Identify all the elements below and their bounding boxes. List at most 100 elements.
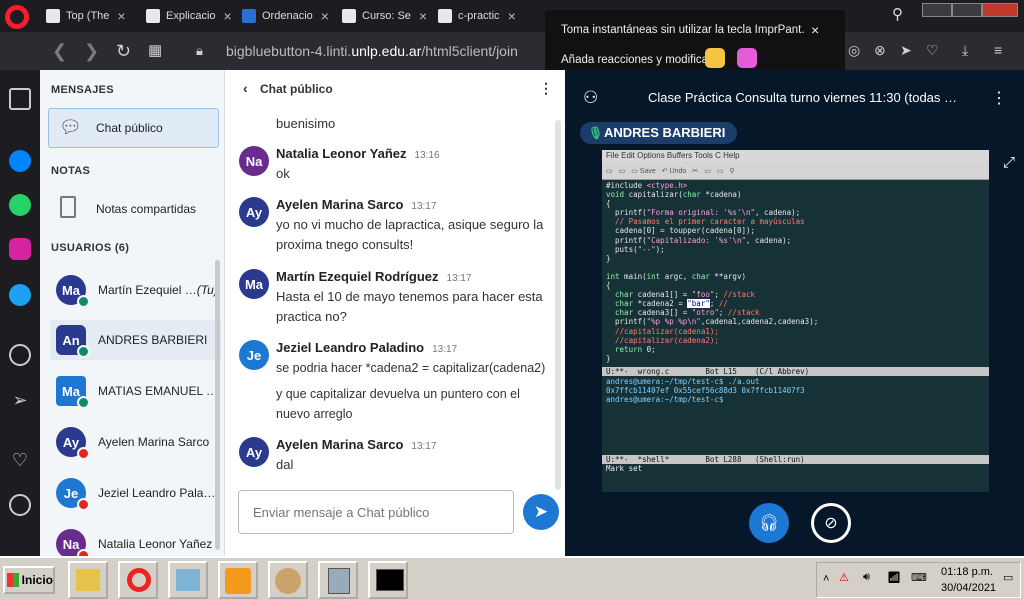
more-options-icon[interactable]: ⋮ bbox=[991, 88, 1007, 108]
tip-line-2: Añada reacciones y modifica bbox=[561, 54, 709, 66]
camera-icon[interactable]: ◎ bbox=[848, 42, 860, 59]
heart-icon[interactable]: ♡ bbox=[9, 450, 31, 472]
start-button[interactable]: Inicio bbox=[3, 566, 55, 594]
tab-2[interactable]: Explicacio × bbox=[146, 4, 232, 28]
opera-logo-icon[interactable] bbox=[5, 5, 29, 29]
terminal-app[interactable] bbox=[368, 561, 408, 599]
send-message-button[interactable]: ➤ bbox=[523, 494, 559, 530]
opera-app[interactable] bbox=[118, 561, 158, 599]
user-list-scrollbar[interactable] bbox=[215, 260, 220, 550]
user-item[interactable]: Ay Ayelen Marina Sarco bbox=[56, 422, 221, 462]
whatsapp-icon[interactable] bbox=[9, 194, 31, 216]
avatar: Ay bbox=[56, 427, 90, 460]
message-body: yo no vi mucho de lapractica, asique seg… bbox=[276, 215, 566, 255]
chat-options-icon[interactable]: ⋮ bbox=[539, 80, 553, 97]
tab-3[interactable]: Ordenacio × bbox=[242, 4, 329, 28]
fullscreen-icon[interactable]: ⤢ bbox=[1003, 154, 1015, 171]
tab-1[interactable]: Top (The × bbox=[46, 4, 126, 28]
send-flow-icon[interactable]: ➢ bbox=[9, 390, 31, 412]
messages-title: MENSAJES bbox=[51, 84, 114, 96]
block-icon[interactable]: ⊗ bbox=[874, 42, 886, 59]
code-buffer: #include <ctype.h> void capitalizar(char… bbox=[606, 181, 819, 363]
settings-icon[interactable]: ≡ bbox=[994, 42, 1002, 58]
leave-audio-button[interactable]: 🎧︎ bbox=[749, 503, 789, 543]
chevron-up-icon[interactable]: ˄ bbox=[823, 573, 829, 585]
windows-taskbar: Inicio ˄ ⚠ 🔊︎ 📶︎ ⌨ 01:18 p.m. 30/04/2021… bbox=[0, 556, 1024, 600]
star-icon[interactable] bbox=[9, 88, 31, 110]
tab-5[interactable]: c-practic × bbox=[438, 4, 516, 28]
shared-notes-button[interactable]: Notas compartidas bbox=[48, 190, 219, 226]
chat-bubble-icon: 💬︎ bbox=[59, 117, 82, 137]
search-icon: ⚲ bbox=[729, 167, 735, 175]
minimize-window-button[interactable] bbox=[922, 3, 952, 17]
message-body: se podria hacer *cadena2 = capitalizar(c… bbox=[276, 358, 566, 424]
url-field[interactable]: bigbluebutton-4.linti.unlp.edu.ar/html5c… bbox=[226, 43, 518, 59]
maximize-window-button[interactable] bbox=[952, 3, 982, 17]
tabs-grid-icon[interactable]: ▦ bbox=[148, 41, 162, 59]
close-tip-button[interactable]: × bbox=[811, 22, 819, 38]
chevron-left-icon[interactable]: ‹ bbox=[243, 80, 248, 96]
clock-time[interactable]: 01:18 p.m. bbox=[941, 566, 993, 578]
chat-message: Ay Ayelen Marina Sarco 13:17 dal bbox=[239, 437, 559, 477]
tab-label: Top (The bbox=[66, 10, 110, 22]
close-tab-icon[interactable]: × bbox=[419, 8, 427, 24]
avatar-initials: Ma bbox=[244, 276, 264, 292]
back-icon[interactable]: ❮ bbox=[52, 41, 67, 62]
paint-app[interactable] bbox=[268, 561, 308, 599]
tab-favicon-icon bbox=[342, 9, 356, 23]
avatar: Na bbox=[56, 529, 90, 562]
public-chat-button[interactable]: 💬︎ Chat público bbox=[48, 108, 219, 148]
twitter-icon[interactable] bbox=[9, 284, 31, 306]
search-tabs-icon[interactable]: ⚲ bbox=[892, 5, 903, 23]
user-add-icon[interactable]: ⚇ bbox=[583, 88, 598, 108]
address-bar: ❮ ❯ ↻ ▦ 🔒︎ bigbluebutton-4.linti.unlp.ed… bbox=[0, 32, 1024, 70]
user-item[interactable]: Ma MATIAS EMANUEL F… bbox=[56, 371, 221, 411]
avatar-initials: Je bbox=[246, 347, 262, 363]
shell-buffer: andres@umera:~/tmp/test-c$ ./a.out 0x7ffc… bbox=[602, 375, 989, 405]
network-icon[interactable]: 📶︎ bbox=[887, 571, 901, 584]
lock-icon: 🔒︎ bbox=[196, 43, 203, 58]
tab-4[interactable]: Curso: Se × bbox=[342, 4, 427, 28]
security-icon[interactable]: ⚠ bbox=[839, 571, 849, 584]
close-tab-icon[interactable]: × bbox=[508, 8, 516, 24]
chat-scrollbar[interactable] bbox=[555, 120, 561, 490]
close-tab-icon[interactable]: × bbox=[224, 8, 232, 24]
close-window-button[interactable] bbox=[982, 3, 1018, 17]
messenger-icon[interactable] bbox=[9, 150, 31, 172]
url-suffix: /html5client/join bbox=[421, 43, 518, 59]
explorer-app[interactable] bbox=[68, 561, 108, 599]
sublime-app[interactable] bbox=[218, 561, 258, 599]
volume-icon[interactable]: 🔊︎ bbox=[863, 571, 870, 584]
heart-icon[interactable]: ♡ bbox=[926, 42, 939, 59]
user-item[interactable]: Ma Martín Ezequiel …(Tu) bbox=[56, 270, 221, 310]
keyboard-icon[interactable]: ⌨ bbox=[911, 571, 927, 584]
message-line: dal bbox=[276, 457, 294, 472]
user-item[interactable]: An ANDRES BARBIERI bbox=[50, 320, 221, 360]
message-line: y que capitalizar devuelva un puntero co… bbox=[276, 387, 520, 401]
close-tab-icon[interactable]: × bbox=[117, 8, 125, 24]
display-icon[interactable]: ▭ bbox=[1003, 571, 1013, 584]
avatar-initials: Ay bbox=[245, 444, 263, 460]
close-tab-icon[interactable]: × bbox=[321, 8, 329, 24]
calculator-app[interactable] bbox=[318, 561, 358, 599]
instagram-icon[interactable] bbox=[9, 238, 31, 260]
notepad-app[interactable] bbox=[168, 561, 208, 599]
send-icon[interactable]: ➤ bbox=[900, 42, 912, 59]
open-file-icon: ▭ bbox=[618, 167, 626, 175]
clock-date[interactable]: 30/04/2021 bbox=[941, 582, 996, 594]
chat-message-input[interactable] bbox=[238, 490, 514, 534]
message-time: 13:17 bbox=[411, 201, 437, 212]
sender-line: Ayelen Marina Sarco 13:17 bbox=[276, 197, 436, 212]
player-icon[interactable] bbox=[9, 344, 31, 366]
meeting-title: Clase Práctica Consulta turno viernes 11… bbox=[648, 90, 958, 105]
forward-icon[interactable]: ❯ bbox=[84, 41, 99, 62]
share-webcam-button[interactable]: ⊘ bbox=[811, 503, 851, 543]
download-icon[interactable]: ⤓ bbox=[962, 42, 968, 59]
reload-icon[interactable]: ↻ bbox=[116, 41, 131, 62]
history-icon[interactable] bbox=[9, 494, 31, 516]
listen-only-icon bbox=[77, 295, 90, 308]
user-item[interactable]: Je Jeziel Leandro Pala… bbox=[56, 473, 221, 513]
browser-tab-bar: Top (The × Explicacio × Ordenacio × Curso: … bbox=[0, 0, 1024, 32]
user-name-text: Martín Ezequiel … bbox=[98, 283, 197, 297]
message-line: se podria hacer *cadena2 = capitalizar(c… bbox=[276, 361, 546, 375]
